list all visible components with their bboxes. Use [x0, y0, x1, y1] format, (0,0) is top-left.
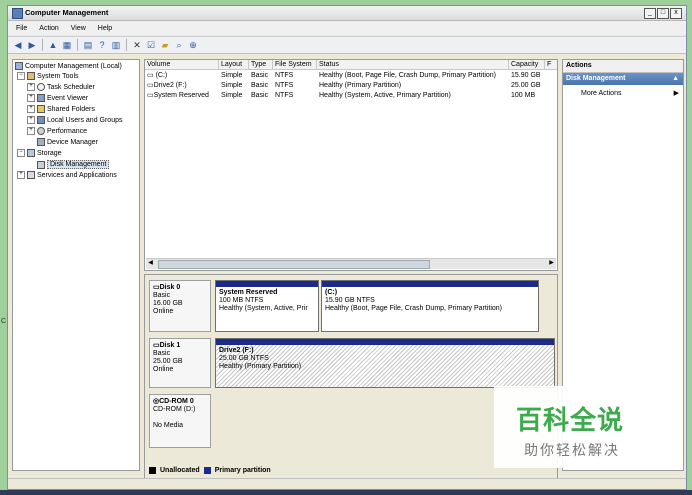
- expand-icon[interactable]: +: [27, 116, 35, 124]
- expand-icon[interactable]: +: [27, 105, 35, 113]
- disk-row: ▭Disk 0 Basic 16.00 GB Online System Res…: [149, 280, 555, 332]
- toolbar: ◀ ▶ ▲ ▦ ▤ ? ▥ ✕ ☑ ▰ ⌕ ⊕: [8, 36, 686, 54]
- tree-item-computer-management[interactable]: Computer Management (Local): [15, 62, 122, 70]
- properties-icon[interactable]: ▤: [82, 39, 94, 51]
- partition-system-reserved[interactable]: System Reserved 100 MB NTFS Healthy (Sys…: [215, 280, 319, 332]
- back-arrow-icon[interactable]: ◀: [12, 39, 24, 51]
- menu-action[interactable]: Action: [39, 25, 58, 32]
- partition-drive2-f[interactable]: Drive2 (F:) 25.00 GB NTFS Healthy (Prima…: [215, 338, 555, 388]
- disk-management-icon: [37, 160, 45, 169]
- menu-bar: File Action View Help: [8, 21, 686, 35]
- menu-view[interactable]: View: [71, 25, 86, 32]
- disk-icon: ▭: [153, 342, 160, 349]
- disk-row: ▭Disk 1 Basic 25.00 GB Online Drive2 (F:…: [149, 338, 555, 388]
- expand-icon[interactable]: +: [27, 83, 35, 91]
- watermark-title: 百科全说: [516, 406, 625, 436]
- delete-icon[interactable]: ✕: [131, 39, 143, 51]
- console-tree-icon[interactable]: ▦: [61, 39, 73, 51]
- title-bar[interactable]: Computer Management _ □ x: [8, 6, 686, 21]
- computer-icon: [15, 62, 23, 70]
- forward-arrow-icon[interactable]: ▶: [26, 39, 38, 51]
- horizontal-scrollbar[interactable]: ◀ ▶: [146, 258, 556, 269]
- storage-icon: [27, 149, 35, 157]
- up-folder-icon[interactable]: ▲: [47, 39, 59, 51]
- close-button[interactable]: x: [670, 8, 682, 19]
- actions-section-disk-management[interactable]: Disk Management ▲: [563, 73, 683, 85]
- menu-help[interactable]: Help: [98, 25, 112, 32]
- tree-item-local-users-groups[interactable]: + Local Users and Groups: [27, 116, 122, 124]
- watermark-subtitle: 助你轻松解决: [524, 443, 620, 459]
- menu-file[interactable]: File: [16, 25, 27, 32]
- disk-label[interactable]: ◎CD-ROM 0 CD-ROM (D:) No Media: [149, 394, 211, 448]
- folder-icon[interactable]: ▰: [159, 39, 171, 51]
- checkbox-icon[interactable]: ☑: [145, 39, 157, 51]
- tree-item-disk-management[interactable]: Disk Management: [37, 160, 110, 169]
- column-header-volume[interactable]: Volume: [145, 60, 219, 70]
- column-header-free[interactable]: F: [545, 60, 557, 70]
- expand-icon[interactable]: +: [27, 127, 35, 135]
- primary-partition-swatch: [203, 467, 211, 474]
- console-tree: Computer Management (Local) − System Too…: [12, 59, 140, 471]
- tree-item-system-tools[interactable]: − System Tools: [17, 72, 79, 80]
- unallocated-swatch: [149, 467, 156, 474]
- legend-unallocated: Unallocated: [160, 467, 200, 474]
- minimize-button[interactable]: _: [644, 8, 656, 19]
- partition-c[interactable]: (C:) 15.90 GB NTFS Healthy (Boot, Page F…: [321, 280, 539, 332]
- tree-item-event-viewer[interactable]: + Event Viewer: [27, 94, 88, 102]
- tree-item-services-applications[interactable]: + Services and Applications: [17, 171, 117, 179]
- volume-list: Volume Layout Type File System Status Ca…: [144, 59, 558, 271]
- window-title: Computer Management: [25, 8, 109, 17]
- disk-label[interactable]: ▭Disk 0 Basic 16.00 GB Online: [149, 280, 211, 332]
- taskbar: [0, 490, 692, 495]
- column-header-layout[interactable]: Layout: [219, 60, 249, 70]
- tree-item-performance[interactable]: + Performance: [27, 127, 87, 135]
- column-header-file-system[interactable]: File System: [273, 60, 317, 70]
- expand-icon[interactable]: +: [17, 171, 25, 179]
- help-icon[interactable]: ?: [96, 39, 108, 51]
- performance-icon: [37, 127, 45, 135]
- tree-item-task-scheduler[interactable]: + Task Scheduler: [27, 83, 95, 91]
- column-header-type[interactable]: Type: [249, 60, 273, 70]
- collapse-icon[interactable]: −: [17, 149, 25, 157]
- tree-item-storage[interactable]: − Storage: [17, 149, 62, 157]
- tools-icon: [27, 72, 35, 80]
- tree-item-device-manager[interactable]: Device Manager: [37, 138, 98, 146]
- watermark: 百科全说 助你轻松解决: [494, 386, 680, 468]
- scrollbar-thumb[interactable]: [158, 260, 430, 269]
- submenu-arrow-icon: ▶: [673, 90, 679, 97]
- more-actions-item[interactable]: More Actions ▶: [563, 88, 683, 100]
- collapse-icon[interactable]: −: [17, 72, 25, 80]
- device-manager-icon: [37, 138, 45, 146]
- scroll-right-icon[interactable]: ▶: [547, 259, 556, 268]
- zoom-icon[interactable]: ⊕: [187, 39, 199, 51]
- status-bar: [8, 478, 686, 489]
- event-log-icon: [37, 94, 45, 102]
- actions-header: Actions: [563, 60, 683, 73]
- maximize-button[interactable]: □: [657, 8, 669, 19]
- column-header-status[interactable]: Status: [317, 60, 509, 70]
- shared-folder-icon: [37, 105, 45, 113]
- tree-item-shared-folders[interactable]: + Shared Folders: [27, 105, 95, 113]
- disk-icon: ▭: [153, 284, 160, 291]
- edge-mark: C: [1, 318, 7, 325]
- computer-management-icon: [12, 8, 23, 19]
- column-header-capacity[interactable]: Capacity: [509, 60, 545, 70]
- disk-label[interactable]: ▭Disk 1 Basic 25.00 GB Online: [149, 338, 211, 388]
- services-icon: [27, 171, 35, 179]
- collapse-arrow-icon[interactable]: ▲: [672, 73, 679, 85]
- view-icon[interactable]: ▥: [110, 39, 122, 51]
- scroll-left-icon[interactable]: ◀: [146, 259, 155, 268]
- expand-icon[interactable]: +: [27, 94, 35, 102]
- legend: Unallocated Primary partition: [149, 467, 271, 474]
- volume-icon: ▭: [147, 72, 156, 79]
- clock-icon: [37, 83, 45, 91]
- users-icon: [37, 116, 45, 124]
- legend-primary-partition: Primary partition: [214, 467, 271, 474]
- volume-icon: ▭: [147, 92, 154, 99]
- search-icon[interactable]: ⌕: [173, 39, 185, 51]
- volume-icon: ▭: [147, 82, 154, 89]
